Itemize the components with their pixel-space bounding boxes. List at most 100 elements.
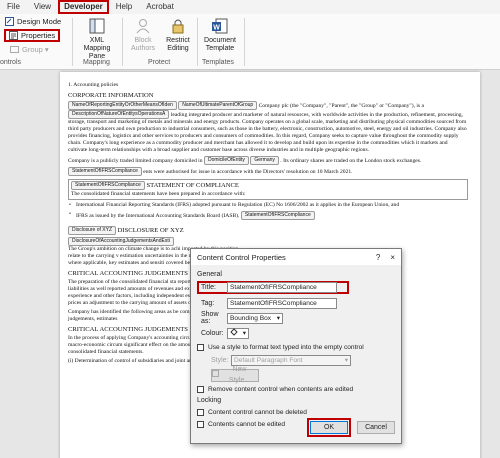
lock-delete-checkbox[interactable]: Content control cannot be deleted [197,407,395,417]
dialog-title: Content Control Properties [197,252,286,262]
heading-accounting-policies: 1. Accounting policies [68,82,119,88]
help-icon[interactable]: ? [376,253,380,262]
properties-label: Properties [21,31,56,40]
lock-delete-label: Content control cannot be deleted [208,408,307,416]
content-control-germany[interactable]: Germany [250,156,279,165]
document-template-label-1: Document [204,37,236,44]
new-style-button[interactable]: New Style... [211,366,259,384]
colour-label: Colour: [201,329,224,337]
tab-acrobat[interactable]: Acrobat [139,1,181,13]
content-control-statement-head[interactable]: StatementOfIFRSCompliance [71,181,145,190]
remove-cc-box[interactable] [197,385,204,393]
dialog-body: General Title: StatementOfIFRSCompliance… [191,265,401,435]
restrict-editing-button[interactable]: Restrict Editing [162,17,194,53]
xml-mapping-pane-button[interactable]: XML Mapping Pane [76,17,118,61]
content-control-entity-name[interactable]: NameOfReportingEntityOrOtherMeansOfIden [68,101,177,110]
design-mode-icon [5,17,14,26]
heading-statement-of-compliance: STATEMENT OF COMPLIANCE [146,182,239,190]
corporate-paragraph: NameOfReportingEntityOrOtherMeansOfIden … [68,101,468,154]
design-mode-button[interactable]: Design Mode [5,17,61,26]
xml-mapping-icon [89,18,105,34]
show-as-label: Show as: [201,311,219,325]
cancel-button[interactable]: Cancel [357,421,395,434]
colour-picker[interactable]: ▾ [227,327,249,339]
document-template-button[interactable]: W Document Template [199,17,241,53]
ribbon-separator [72,18,73,66]
use-style-checkbox[interactable]: Use a style to format text typed into th… [197,342,395,352]
block-authors-label-1: Block [134,37,152,44]
chevron-down-icon: ▾ [242,329,246,337]
remove-cc-checkbox[interactable]: Remove content control when contents are… [197,384,395,394]
content-control-disclosure-xyz[interactable]: Disclosure of XYZ [68,226,117,235]
templates-group-label: Templates [202,59,234,66]
company-plc-text: Company plc [258,102,289,109]
domicile-text-a: Company is a publicly traded limited com… [68,157,203,164]
xml-mapping-label-1: XML Mapping [83,37,111,52]
content-control-description[interactable]: DescriptionOfNatureOfEntitysOperationsA [68,110,170,119]
chevron-down-icon: ▾ [344,356,348,364]
tab-help[interactable]: Help [109,1,139,13]
chevron-down-icon: ▾ [276,314,280,322]
remove-cc-label: Remove content control when contents are… [208,385,354,393]
authorised-paragraph: StatementOfIFRSCompliance ents were auth… [68,167,468,176]
content-control-properties-dialog: Content Control Properties ? × General T… [190,248,402,444]
heading-corporate-information: CORPORATE INFORMATION [68,92,154,99]
heading-disclosure-xyz: DISCLOSURE OF XYZ [117,227,184,235]
tag-input[interactable]: StatementOfIFRSCompliance [227,297,337,309]
ok-button-highlight: OK [307,418,351,437]
content-control-domicile[interactable]: DomicileOfEntity [203,156,249,165]
lock-delete-box[interactable] [197,408,204,416]
ribbon-separator [122,18,123,66]
colour-row: Colour: ▾ [197,327,395,339]
ribbon-separator [244,18,245,66]
general-section-label: General [197,271,222,278]
restrict-editing-label-2: Editing [167,45,189,52]
tag-label: Tag: [201,299,215,307]
bullet-ifrs-iasb: IFRS as issued by the International Acco… [68,211,468,220]
content-control-parent-name[interactable]: NameOfUltimateParentOfGroup [178,101,258,110]
ribbon-separator [197,18,198,66]
word-template-icon: W [212,18,228,34]
show-as-select[interactable]: Bounding Box ▾ [227,312,283,324]
tab-developer[interactable]: Developer [58,0,109,14]
mapping-group-label: Mapping [83,59,110,66]
tab-file[interactable]: File [0,1,27,13]
domicile-paragraph: Company is a publicly traded limited com… [68,156,468,165]
use-style-box[interactable] [197,343,204,351]
document-template-label-2: Template [205,45,235,52]
corp-text-b: "Company"), is a [385,102,424,109]
new-style-row: New Style... [197,366,395,384]
new-style-label: New Style... [228,366,251,384]
bullet-ifrs-eu: International Financial Reporting Standa… [68,202,468,209]
content-control-statement-inline[interactable]: StatementOfIFRSCompliance [240,211,315,220]
design-mode-label: Design Mode [17,17,62,26]
lock-edit-box[interactable] [197,420,204,428]
ok-button[interactable]: OK [310,421,348,434]
authorised-text: ents were authorised for issue in accord… [143,168,353,175]
content-control-disclosure-accounting[interactable]: DisclosureOfAccountingJudgementsAndEsti [68,237,174,246]
properties-icon [9,31,18,40]
group-icon [10,45,19,54]
title-row: Title: StatementOfIFRSCompliance [197,281,349,294]
properties-button[interactable]: Properties [4,29,61,42]
new-style-icon [212,369,219,381]
tab-view[interactable]: View [27,1,58,13]
chevron-down-icon: ▾ [44,45,49,54]
use-style-label: Use a style to format text typed into th… [208,343,364,351]
locking-section-label: Locking [197,397,222,404]
title-input[interactable]: StatementOfIFRSCompliance [227,282,337,293]
ribbon-tab-bar: File View Developer Help Acrobat [0,0,500,14]
content-control-statement-top[interactable]: StatementOfIFRSCompliance [68,167,142,176]
controls-group-label: ontrols [0,59,22,66]
tag-row: Tag: StatementOfIFRSCompliance [197,297,395,309]
svg-text:W: W [213,24,220,31]
show-as-row: Show as: Bounding Box ▾ [197,311,395,325]
paint-bucket-icon [230,327,238,339]
block-authors-button[interactable]: Block Authors [126,17,160,53]
consolidated-text: The consolidated financial statements ha… [71,191,246,197]
disclosure-heading-row: Disclosure of XYZ DISCLOSURE OF XYZ [68,226,468,235]
close-icon[interactable]: × [390,253,395,262]
domicile-text-b: . Its ordinary shares are traded on the … [280,157,422,164]
group-button[interactable]: Group ▾ [10,45,49,54]
dialog-titlebar: Content Control Properties ? × [191,249,401,265]
